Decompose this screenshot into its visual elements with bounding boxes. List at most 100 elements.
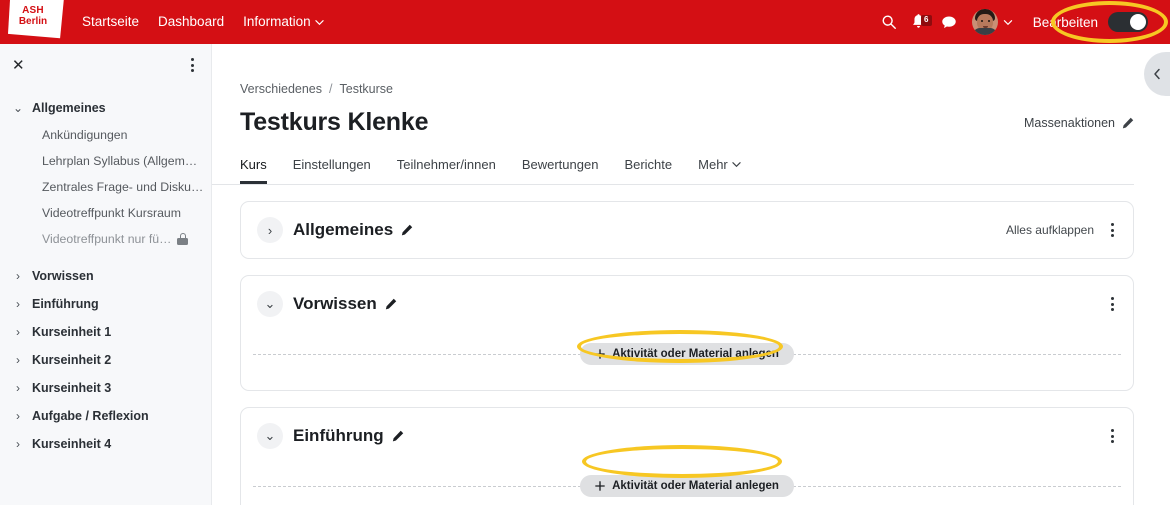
- section-collapse-toggle[interactable]: ⌄: [257, 291, 283, 317]
- pencil-icon[interactable]: [385, 298, 397, 310]
- page-header-row: Testkurs Klenke Massenaktionen: [212, 96, 1170, 137]
- sidebar-subitem-ankuendigungen[interactable]: Ankündigungen: [0, 122, 211, 148]
- nav-item-startseite[interactable]: Startseite: [82, 0, 139, 44]
- nav-item-information[interactable]: Information: [243, 0, 324, 44]
- sidebar-subitem-label: Zentrales Frage- und Disku…: [42, 180, 204, 194]
- chevron-down-icon: [314, 19, 324, 25]
- section-collapse-toggle[interactable]: ›: [257, 217, 283, 243]
- section-header-actions: Alles aufklappen: [1006, 219, 1117, 241]
- breadcrumb-separator: /: [329, 82, 333, 96]
- chevron-right-icon: ›: [16, 269, 20, 283]
- sidebar-item-kurseinheit-1[interactable]: › Kurseinheit 1: [0, 318, 211, 346]
- sidebar-more-options-icon[interactable]: [188, 54, 197, 76]
- ash-berlin-logo[interactable]: ASH Berlin: [8, 0, 64, 40]
- sidebar-item-aufgabe-reflexion[interactable]: › Aufgabe / Reflexion: [0, 402, 211, 430]
- pencil-icon[interactable]: [392, 430, 404, 442]
- search-icon: [882, 15, 896, 29]
- user-menu[interactable]: [971, 9, 1013, 35]
- nav-item-label: Information: [243, 14, 311, 29]
- sidebar-subitem-videotreffpunkt-restricted[interactable]: Videotreffpunkt nur fü…: [0, 226, 211, 252]
- sidebar-item-allgemeines[interactable]: ⌄ Allgemeines: [0, 94, 211, 122]
- tab-teilnehmer[interactable]: Teilnehmer/innen: [397, 157, 496, 184]
- chevron-left-icon: [1154, 68, 1160, 80]
- sidebar-item-kurseinheit-4[interactable]: › Kurseinheit 4: [0, 430, 211, 458]
- course-index-sidebar: ✕ ⌄ Allgemeines Ankündigungen Lehrplan S…: [0, 44, 212, 505]
- sidebar-item-kurseinheit-3[interactable]: › Kurseinheit 3: [0, 374, 211, 402]
- sidebar-item-label: Einführung: [32, 297, 99, 311]
- chevron-down-icon: [1003, 19, 1012, 25]
- pencil-icon[interactable]: [401, 224, 413, 236]
- sidebar-item-vorwissen[interactable]: › Vorwissen: [0, 262, 211, 290]
- logo-line-1: ASH: [22, 5, 44, 16]
- message-bubble-icon: [941, 16, 956, 28]
- add-activity-button-vorwissen[interactable]: Aktivität oder Material anlegen: [580, 343, 794, 365]
- avatar: [971, 9, 998, 35]
- sidebar-item-label: Vorwissen: [32, 269, 94, 283]
- section-more-options-icon[interactable]: [1108, 293, 1117, 315]
- section-title-wrap: Einführung: [293, 426, 404, 446]
- chevron-right-icon: ›: [16, 325, 20, 339]
- tab-einstellungen[interactable]: Einstellungen: [293, 157, 371, 184]
- section-card-einfuehrung: ⌄ Einführung Aktivität oder Material anl…: [240, 407, 1134, 505]
- mass-actions-button[interactable]: Massenaktionen: [1024, 116, 1134, 130]
- sidebar-subitem-zentrales-forum[interactable]: Zentrales Frage- und Disku…: [0, 174, 211, 200]
- nav-item-dashboard[interactable]: Dashboard: [158, 0, 224, 44]
- add-activity-button-einfuehrung[interactable]: Aktivität oder Material anlegen: [580, 475, 794, 497]
- tab-label: Teilnehmer/innen: [396, 157, 496, 172]
- sidebar-item-label: Kurseinheit 4: [32, 437, 112, 451]
- sidebar-item-label: Kurseinheit 1: [32, 325, 112, 339]
- add-activity-label: Aktivität oder Material anlegen: [612, 480, 779, 492]
- course-tabs: Kurs Einstellungen Teilnehmer/innen Bewe…: [212, 137, 1134, 185]
- expand-all-button[interactable]: Alles aufklappen: [1006, 223, 1094, 237]
- chevron-down-icon: ⌄: [12, 101, 24, 115]
- section-header: ⌄ Vorwissen: [257, 276, 1117, 332]
- section-title-wrap: Vorwissen: [293, 294, 397, 314]
- tab-label: Kurs: [240, 157, 267, 172]
- section-header: ⌄ Einführung: [257, 408, 1117, 464]
- messages-button[interactable]: [934, 0, 964, 44]
- sidebar-subitem-videotreffpunkt-kursraum[interactable]: Videotreffpunkt Kursraum: [0, 200, 211, 226]
- avatar-shoulders: [972, 28, 997, 35]
- sidebar-subitem-label: Ankündigungen: [42, 128, 128, 142]
- header-actions: 6 Bearbeiten: [874, 0, 1170, 44]
- nav-item-label: Startseite: [82, 14, 140, 29]
- chevron-down-icon: [732, 162, 741, 168]
- section-title: Einführung: [293, 426, 384, 445]
- chevron-right-icon: ›: [16, 353, 20, 367]
- sidebar-subitem-label: Lehrplan Syllabus (Allgem…: [42, 154, 198, 168]
- section-more-options-icon[interactable]: [1108, 425, 1117, 447]
- section-title: Allgemeines: [293, 220, 394, 239]
- plus-icon: [595, 481, 605, 491]
- search-button[interactable]: [874, 0, 904, 44]
- breadcrumb-item-verschiedenes[interactable]: Verschiedenes: [240, 82, 322, 96]
- sidebar-section-list: ⌄ Allgemeines Ankündigungen Lehrplan Syl…: [0, 86, 211, 458]
- tab-label: Bewertungen: [521, 157, 599, 172]
- lock-icon: [177, 233, 189, 245]
- toggle-switch[interactable]: [1108, 12, 1148, 32]
- sidebar-item-kurseinheit-2[interactable]: › Kurseinheit 2: [0, 346, 211, 374]
- tab-kurs[interactable]: Kurs: [240, 157, 267, 184]
- section-header-actions: [1108, 425, 1117, 447]
- top-navbar: ASH Berlin Startseite Dashboard Informat…: [0, 0, 1170, 44]
- section-collapse-toggle[interactable]: ⌄: [257, 423, 283, 449]
- tab-mehr[interactable]: Mehr: [698, 157, 741, 184]
- add-activity-row: Aktivität oder Material anlegen: [253, 464, 1121, 505]
- nav-item-label: Dashboard: [158, 14, 225, 29]
- breadcrumb-item-testkurse[interactable]: Testkurse: [340, 82, 394, 96]
- pencil-icon: [1122, 117, 1134, 129]
- chevron-right-icon: ›: [16, 381, 20, 395]
- tab-berichte[interactable]: Berichte: [624, 157, 672, 184]
- sidebar-subitem-lehrplan-syllabus[interactable]: Lehrplan Syllabus (Allgem…: [0, 148, 211, 174]
- section-more-options-icon[interactable]: [1108, 219, 1117, 241]
- section-header: › Allgemeines Alles aufklappen: [257, 202, 1117, 258]
- edit-mode-toggle[interactable]: Bearbeiten: [1033, 12, 1148, 32]
- close-icon[interactable]: ✕: [12, 58, 25, 73]
- tab-label: Berichte: [624, 157, 673, 172]
- tab-bewertungen[interactable]: Bewertungen: [522, 157, 599, 184]
- notifications-button[interactable]: 6: [904, 0, 934, 44]
- sidebar-subitem-label: Videotreffpunkt nur fü…: [42, 232, 172, 246]
- page-title: Testkurs Klenke: [240, 108, 429, 136]
- breadcrumb: Verschiedenes / Testkurse: [212, 44, 1170, 96]
- primary-nav: Startseite Dashboard Information: [82, 0, 324, 44]
- sidebar-item-einfuehrung[interactable]: › Einführung: [0, 290, 211, 318]
